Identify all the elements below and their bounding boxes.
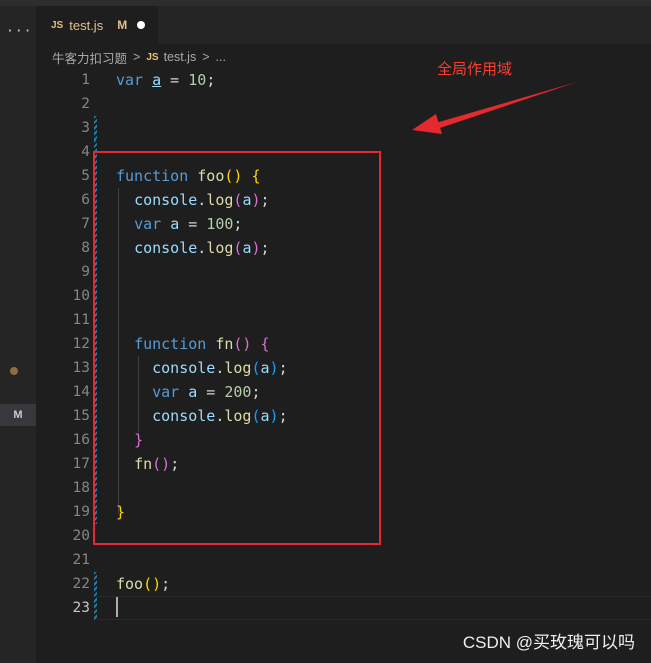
watermark: CSDN @买玫瑰可以吗 xyxy=(462,633,635,652)
global-scope-label: 全局作用域 xyxy=(437,61,513,78)
annotation-arrow-icon xyxy=(412,82,577,134)
